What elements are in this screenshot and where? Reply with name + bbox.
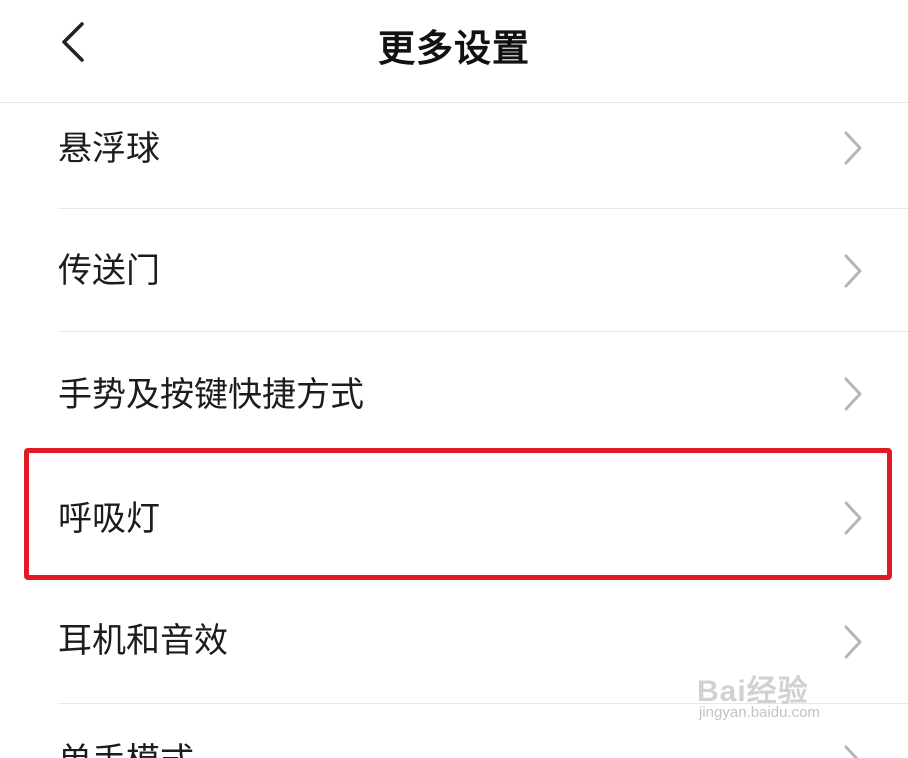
settings-item-portal[interactable]: 传送门 [0, 209, 908, 331]
settings-item-label: 手势及按键快捷方式 [58, 375, 364, 415]
chevron-right-icon [844, 377, 862, 411]
settings-item-label: 悬浮球 [58, 129, 160, 169]
settings-item-floating-ball[interactable]: 悬浮球 [0, 104, 908, 208]
settings-item-label: 传送门 [58, 251, 160, 291]
header-bar: 更多设置 [0, 0, 908, 100]
chevron-right-icon [844, 745, 859, 758]
page-title: 更多设置 [378, 27, 530, 70]
baidu-jingyan-watermark: Bai经验 jingyan.baidu.com [697, 660, 897, 721]
settings-item-breathing-light[interactable]: 呼吸灯 [0, 452, 908, 576]
chevron-right-icon [844, 501, 862, 535]
chevron-right-icon [844, 131, 862, 165]
settings-item-label: 单手模式 [58, 744, 194, 758]
settings-item-gesture-shortcuts[interactable]: 手势及按键快捷方式 [0, 332, 908, 448]
settings-item-label: 耳机和音效 [58, 621, 228, 661]
settings-item-label: 呼吸灯 [58, 499, 160, 539]
chevron-right-icon [844, 254, 862, 288]
watermark-url: jingyan.baidu.com [699, 704, 820, 721]
header-divider [0, 102, 908, 103]
chevron-right-icon [844, 625, 862, 659]
